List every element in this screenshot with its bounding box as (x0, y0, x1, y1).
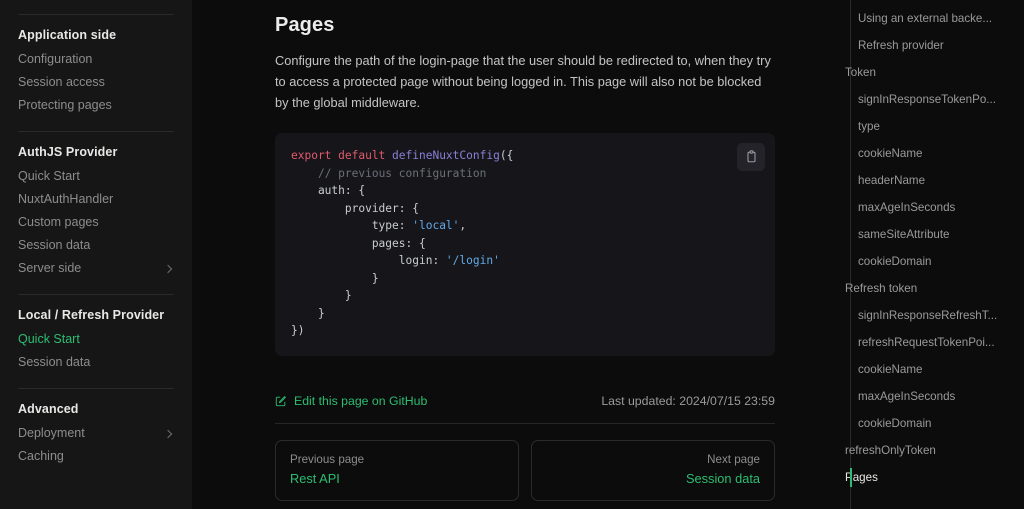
sidebar-group-title: Application side (18, 28, 117, 42)
sidebar-item-custom-pages[interactable]: Custom pages (18, 211, 174, 234)
sidebar-item-session-access[interactable]: Session access (18, 71, 174, 94)
toc-item[interactable]: Pages (845, 464, 1024, 491)
sidebar-item-server-side[interactable]: Server side (18, 257, 174, 280)
sidebar-item-label: Caching (18, 449, 64, 463)
sidebar-item-configuration[interactable]: Configuration (18, 48, 174, 71)
code-token: login: (291, 254, 446, 267)
previous-page-title: Rest API (290, 470, 340, 486)
sidebar-item-quick-start[interactable]: Quick Start (18, 165, 174, 188)
code-token: pages: { (291, 236, 426, 250)
next-page-card[interactable]: Next page Session data (531, 439, 775, 501)
code-token: auth: { (291, 184, 366, 197)
toc-item[interactable]: type (845, 113, 1024, 140)
last-updated-text: Last updated: 2024/07/15 23:59 (601, 393, 775, 408)
edit-pencil-icon (275, 395, 287, 407)
sidebar-item-label: Configuration (18, 52, 93, 66)
sidebar-item-session-data[interactable]: Session data (18, 351, 174, 374)
sidebar-group: Advanced Deployment Caching (18, 389, 174, 468)
edit-on-github-link[interactable]: Edit this page on GitHub (275, 394, 427, 408)
toc-item[interactable]: signInResponseTokenPo... (845, 86, 1024, 113)
sidebar-item-label: NuxtAuthHandler (18, 192, 114, 206)
sidebar-group: AuthJS Provider Quick Start NuxtAuthHandle… (18, 132, 174, 280)
toc-item[interactable]: cookieName (845, 140, 1024, 167)
toc-item[interactable]: sameSiteAttribute (845, 221, 1024, 248)
toc-item[interactable]: maxAgeInSeconds (845, 383, 1024, 410)
toc-item[interactable]: signInResponseRefreshT... (845, 302, 1024, 329)
sidebar-item-label: Quick Start (18, 169, 80, 183)
sidebar-item-label: Protecting pages (18, 98, 112, 112)
next-page-title: Session data (686, 470, 760, 486)
sidebar-item-nuxtauthhandler[interactable]: NuxtAuthHandler (18, 188, 174, 211)
meta-divider (275, 422, 775, 424)
toc-item[interactable]: cookieName (845, 356, 1024, 383)
toc-item[interactable]: Refresh token (845, 275, 1024, 302)
next-page-kicker: Next page (707, 452, 760, 466)
sidebar-group: Application side Configuration Session acc… (18, 15, 174, 117)
main-content: Pages Configure the path of the login-pa… (192, 0, 845, 509)
sidebar-group-title: Local / Refresh Provider (18, 308, 165, 322)
sidebar-item-label: Quick Start (18, 332, 80, 346)
code-token: '/login' (445, 254, 500, 267)
code-token: } (291, 271, 379, 285)
page-meta-row: Edit this page on GitHub Last updated: 2… (275, 392, 775, 410)
chevron-right-icon (164, 429, 174, 439)
sidebar-group: Local / Refresh Provider Quick Start Sessi… (18, 295, 174, 374)
code-token: type: (291, 219, 413, 232)
sidebar-item-label: Session data (18, 238, 91, 252)
toc-item[interactable]: headerName (845, 167, 1024, 194)
code-content: export default defineNuxtConfig({ // pre… (291, 147, 759, 340)
code-token: 'local' (412, 219, 460, 232)
toc-item[interactable]: Token (845, 59, 1024, 86)
toc-item[interactable]: cookieDomain (845, 410, 1024, 437)
toc-item[interactable]: refreshOnlyToken (845, 437, 1024, 464)
sidebar-item-session-data[interactable]: Session data (18, 234, 174, 257)
sidebar-item-label: Server side (18, 261, 82, 275)
code-token: } (291, 306, 325, 320)
page-intro-paragraph: Configure the path of the login-page tha… (275, 53, 771, 110)
previous-page-kicker: Previous page (290, 452, 365, 466)
code-token: ({ (499, 149, 514, 162)
code-token: , (459, 219, 467, 232)
code-token: provider: { (291, 201, 419, 215)
sidebar-item-label: Session data (18, 355, 91, 369)
toc-item[interactable]: maxAgeInSeconds (845, 194, 1024, 221)
toc-item[interactable]: Using an external backe... (845, 5, 1024, 32)
toc-item[interactable]: Refresh provider (845, 32, 1024, 59)
clipboard-icon[interactable] (737, 143, 765, 171)
sidebar-group-title: AuthJS Provider (18, 145, 118, 159)
code-token: defineNuxtConfig (392, 149, 500, 162)
code-token: // previous configuration (317, 166, 487, 180)
docs-page: Application side Configuration Session acc… (0, 0, 1024, 509)
page-title: Pages (275, 14, 335, 36)
sidebar-item-caching[interactable]: Caching (18, 445, 174, 468)
previous-page-card[interactable]: Previous page Rest API (275, 439, 519, 501)
sidebar-item-label: Deployment (18, 426, 85, 440)
toc-item[interactable]: refreshRequestTokenPoi... (845, 329, 1024, 356)
code-token: } (291, 289, 352, 302)
code-block: export default defineNuxtConfig({ // pre… (275, 133, 775, 356)
table-of-contents: Using an external backe... Refresh provid… (845, 0, 1024, 509)
sidebar-group-title: Advanced (18, 402, 79, 416)
pager-nav: Previous page Rest API Next page Session… (275, 439, 775, 501)
code-token: export default (291, 149, 393, 162)
sidebar-item-label: Session access (18, 75, 105, 89)
toc-item[interactable]: cookieDomain (845, 248, 1024, 275)
code-token: }) (291, 324, 305, 337)
edit-on-github-label: Edit this page on GitHub (294, 393, 428, 408)
sidebar-item-protecting-pages[interactable]: Protecting pages (18, 94, 174, 117)
sidebar-item-deployment[interactable]: Deployment (18, 422, 174, 445)
chevron-right-icon (164, 264, 174, 274)
sidebar-item-quick-start[interactable]: Quick Start (18, 328, 174, 351)
sidebar-item-label: Custom pages (18, 215, 99, 229)
sidebar: Application side Configuration Session acc… (0, 0, 192, 509)
